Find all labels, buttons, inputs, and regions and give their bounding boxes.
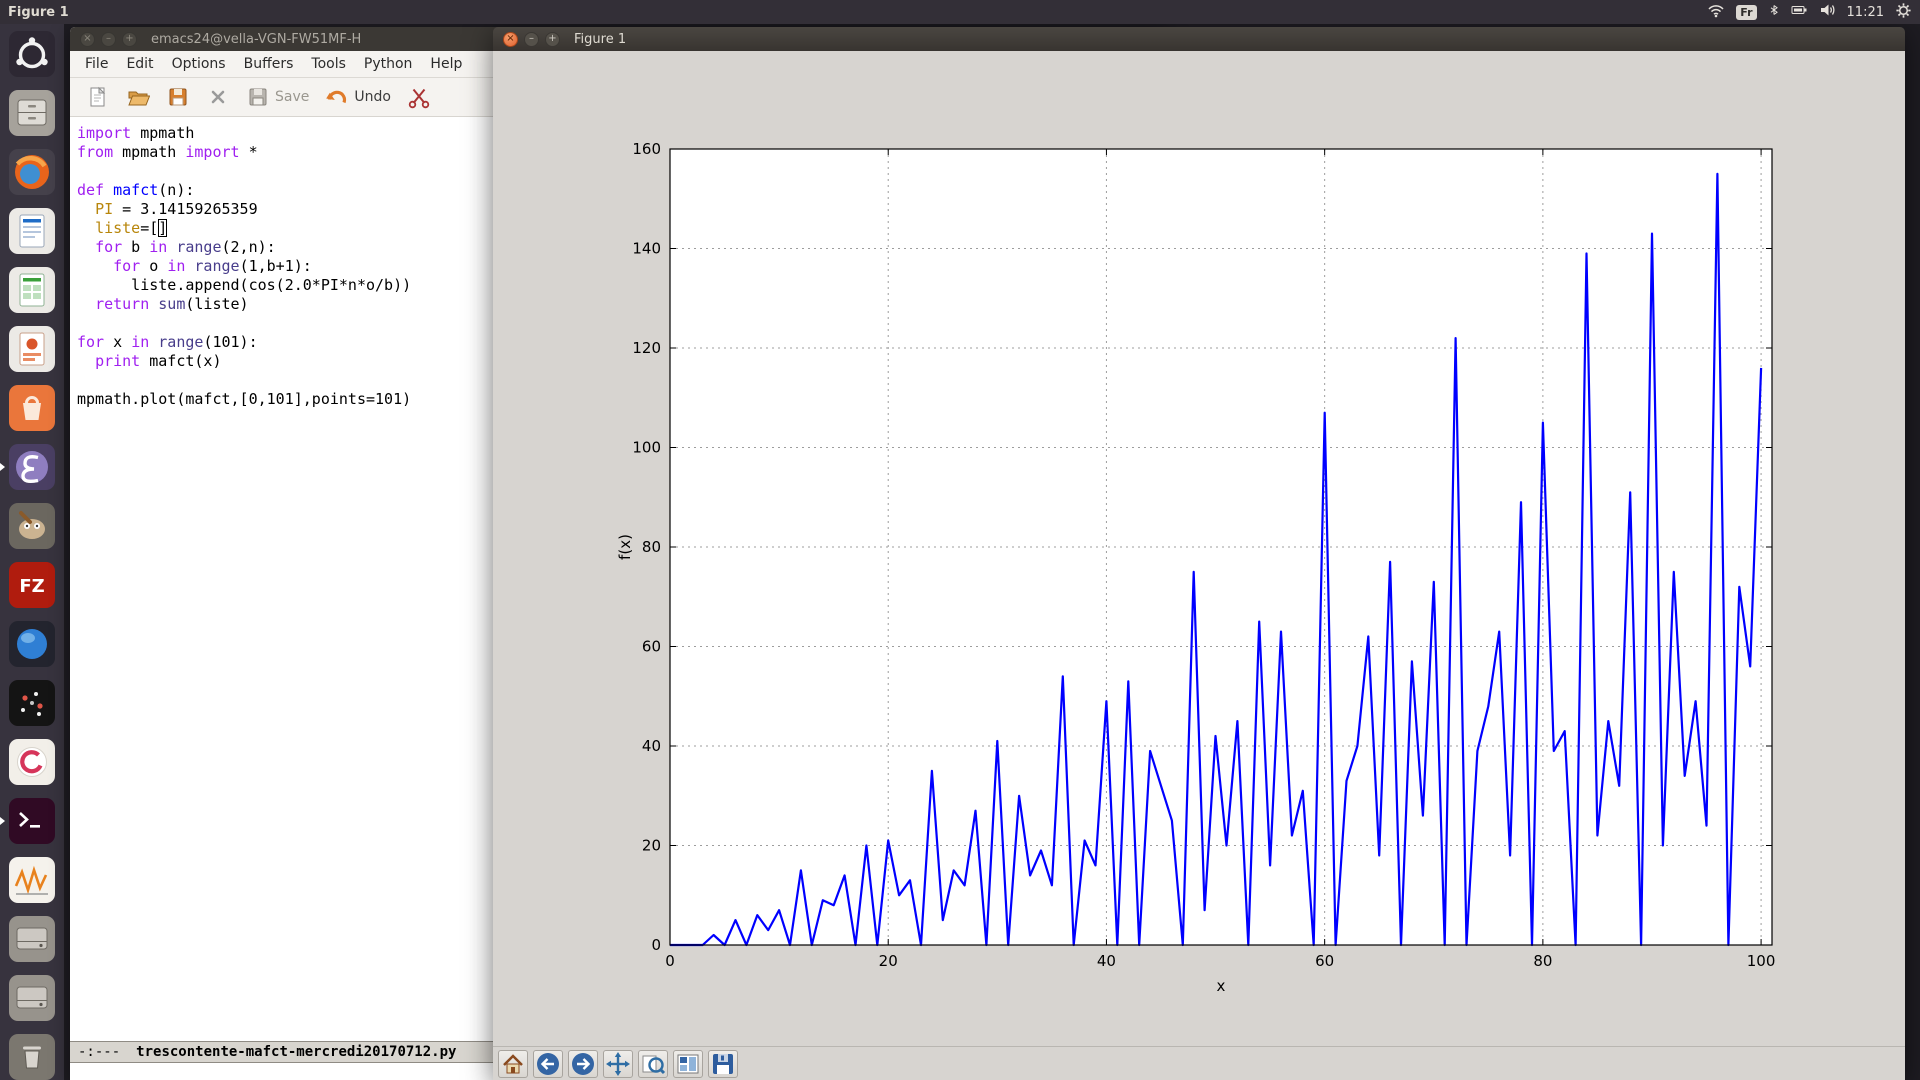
matplotlib-toolbar — [493, 1046, 1905, 1080]
menu-python[interactable]: Python — [355, 53, 422, 75]
launcher-item-waveform-app[interactable] — [8, 856, 56, 904]
save-button[interactable]: Save — [246, 85, 309, 109]
text-cursor: ] — [158, 219, 167, 237]
svg-text:40: 40 — [1097, 952, 1116, 970]
save-label: Save — [275, 89, 309, 105]
mpl-configure-subplots-button[interactable] — [673, 1050, 703, 1078]
bluetooth-icon[interactable] — [1768, 2, 1780, 22]
svg-text:100: 100 — [632, 439, 661, 457]
volume-icon[interactable] — [1819, 2, 1836, 22]
clock[interactable]: 11:21 — [1847, 5, 1884, 20]
modeline-filename: trescontente-mafct-mercredi20170712.py — [136, 1044, 456, 1060]
launcher-item-trash[interactable] — [8, 1033, 56, 1080]
svg-text:80: 80 — [1533, 952, 1552, 970]
menu-options[interactable]: Options — [163, 53, 235, 75]
emacs-window-title: emacs24@vella-VGN-FW51MF-H — [151, 32, 361, 47]
launcher-item-emacs[interactable] — [8, 443, 56, 491]
launcher-item-ubuntu-dash[interactable] — [8, 30, 56, 78]
launcher-item-libreoffice-impress[interactable] — [8, 325, 56, 373]
top-panel: Figure 1 Fr 11:21 — [0, 0, 1920, 24]
svg-text:FZ: FZ — [19, 576, 44, 597]
panel-indicators: Fr 11:21 — [1707, 2, 1912, 23]
launcher-item-libreoffice-calc[interactable] — [8, 266, 56, 314]
svg-text:160: 160 — [632, 140, 661, 158]
figure-close-button[interactable]: × — [503, 32, 518, 47]
svg-text:x: x — [1217, 977, 1226, 995]
panel-active-app-title: Figure 1 — [8, 5, 69, 20]
menu-help[interactable]: Help — [421, 53, 471, 75]
cut-button[interactable] — [407, 85, 431, 109]
svg-text:40: 40 — [642, 737, 661, 755]
figure-canvas[interactable]: 0 20 40 60 80 100 0 20 40 60 80 100 120 140 160 x f(x) — [493, 51, 1905, 1046]
figure-minimize-button[interactable]: – — [524, 32, 539, 47]
svg-text:20: 20 — [879, 952, 898, 970]
launcher-item-file-manager[interactable] — [8, 89, 56, 137]
session-gear-icon[interactable] — [1895, 2, 1912, 23]
menu-file[interactable]: File — [76, 53, 117, 75]
svg-text:140: 140 — [632, 240, 661, 258]
undo-button[interactable]: Undo — [325, 85, 391, 109]
figure-maximize-button[interactable]: + — [545, 32, 560, 47]
emacs-close-button[interactable]: × — [80, 32, 95, 47]
launcher-item-gimp[interactable] — [8, 502, 56, 550]
launcher-item-black-dots-app[interactable] — [8, 679, 56, 727]
figure-window: × – + Figure 1 0 20 40 60 80 100 0 20 40 60 80 100 1… — [493, 27, 1905, 1080]
svg-text:60: 60 — [1315, 952, 1334, 970]
launcher-item-red-swirl-app[interactable] — [8, 738, 56, 786]
battery-icon[interactable] — [1791, 2, 1808, 22]
launcher-item-blue-orb-app[interactable] — [8, 620, 56, 668]
menu-tools[interactable]: Tools — [302, 53, 355, 75]
floppy-disk-button[interactable] — [166, 85, 190, 109]
svg-text:80: 80 — [642, 538, 661, 556]
launcher-item-disk-drive-2[interactable] — [8, 974, 56, 1022]
new-file-button[interactable] — [86, 85, 110, 109]
launcher-item-firefox[interactable] — [8, 148, 56, 196]
open-folder-button[interactable] — [126, 85, 150, 109]
close-button[interactable] — [206, 85, 230, 109]
wifi-icon[interactable] — [1707, 2, 1725, 22]
menu-buffers[interactable]: Buffers — [235, 53, 303, 75]
emacs-minimize-button[interactable]: – — [101, 32, 116, 47]
svg-text:f(x): f(x) — [616, 534, 634, 560]
svg-text:0: 0 — [651, 936, 661, 954]
mpl-forward-button[interactable] — [568, 1050, 598, 1078]
launcher-item-libreoffice-writer[interactable] — [8, 207, 56, 255]
svg-text:0: 0 — [665, 952, 675, 970]
line-plot[interactable]: 0 20 40 60 80 100 0 20 40 60 80 100 120 140 160 x f(x) — [493, 51, 1905, 1046]
svg-text:120: 120 — [632, 339, 661, 357]
mpl-pan-button[interactable] — [603, 1050, 633, 1078]
svg-text:60: 60 — [642, 638, 661, 656]
mpl-zoom-button[interactable] — [638, 1050, 668, 1078]
mpl-back-button[interactable] — [533, 1050, 563, 1078]
launcher: FZ — [0, 24, 64, 1080]
keyboard-layout-indicator[interactable]: Fr — [1736, 5, 1756, 20]
menu-edit[interactable]: Edit — [117, 53, 162, 75]
emacs-maximize-button[interactable]: + — [122, 32, 137, 47]
figure-window-title: Figure 1 — [574, 32, 626, 47]
mpl-save-button[interactable] — [708, 1050, 738, 1078]
mpl-home-button[interactable] — [498, 1050, 528, 1078]
launcher-item-terminal[interactable] — [8, 797, 56, 845]
launcher-item-filezilla[interactable]: FZ — [8, 561, 56, 609]
modeline-status: -:--- — [78, 1044, 120, 1060]
launcher-item-software-center[interactable] — [8, 384, 56, 432]
undo-label: Undo — [354, 89, 391, 105]
launcher-item-disk-drive-1[interactable] — [8, 915, 56, 963]
figure-titlebar[interactable]: × – + Figure 1 — [493, 27, 1905, 51]
svg-text:100: 100 — [1747, 952, 1776, 970]
svg-text:20: 20 — [642, 837, 661, 855]
